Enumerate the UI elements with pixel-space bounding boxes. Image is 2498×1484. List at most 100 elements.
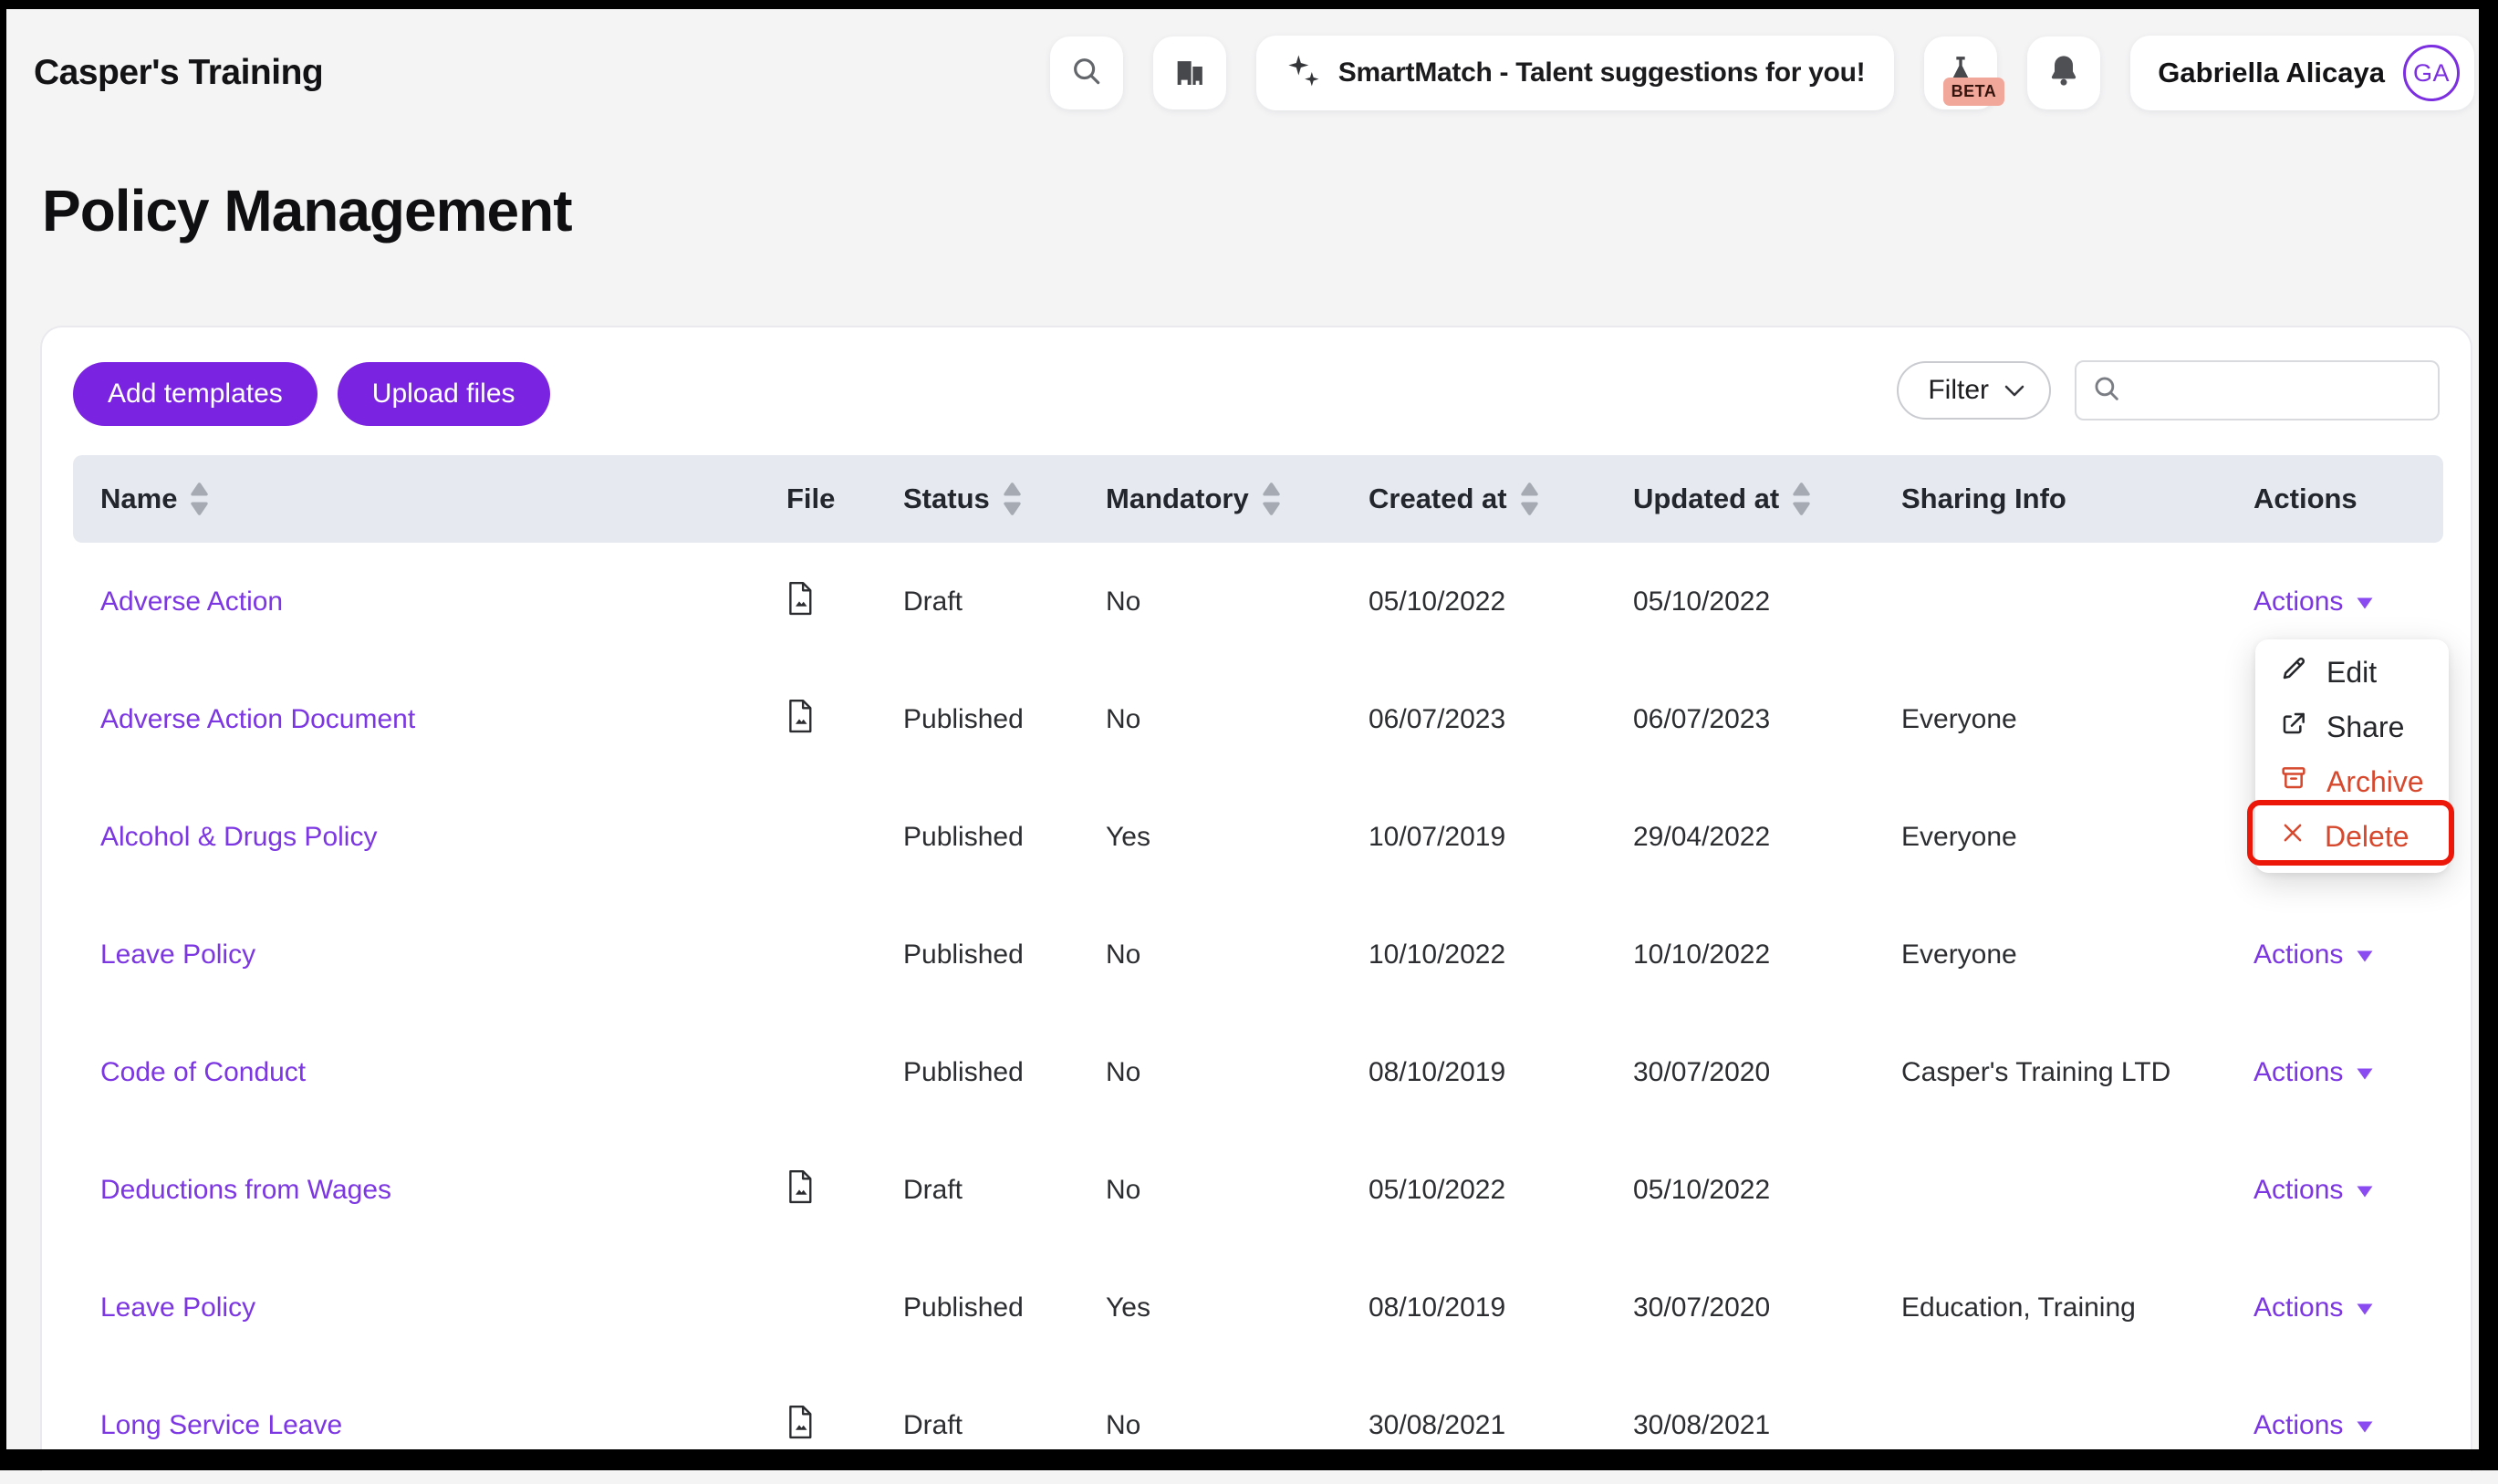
- search-icon: [2091, 373, 2122, 409]
- updated-at-value: 06/07/2023: [1633, 704, 1901, 735]
- updated-at-value: 10/10/2022: [1633, 939, 1901, 970]
- caret-down-icon: [2356, 939, 2374, 970]
- mandatory-value: No: [1106, 1410, 1369, 1441]
- sort-icon[interactable]: [1261, 481, 1282, 517]
- sort-icon[interactable]: [1791, 481, 1812, 517]
- status-value: Published: [903, 1057, 1106, 1088]
- pencil-icon: [2279, 654, 2308, 690]
- created-at-value: 08/10/2019: [1369, 1057, 1633, 1088]
- sharing-info-value: Everyone: [1901, 704, 2253, 735]
- table-header: Name File Status Mandatory Created at Up…: [73, 455, 2443, 543]
- column-header-status: Status: [903, 481, 1106, 517]
- filter-label: Filter: [1928, 375, 1989, 406]
- table-row: Adverse Action Draft No 05/10/2022 05/10…: [73, 543, 2443, 660]
- sort-icon[interactable]: [1002, 481, 1023, 517]
- created-at-value: 30/08/2021: [1369, 1410, 1633, 1441]
- file-image-icon: [786, 710, 814, 740]
- file-image-icon: [786, 1416, 814, 1446]
- add-templates-button[interactable]: Add templates: [73, 362, 317, 426]
- sharing-info-value: Everyone: [1901, 822, 2253, 853]
- policy-name-link[interactable]: Leave Policy: [100, 1292, 255, 1323]
- menu-item-delete[interactable]: Delete: [2255, 809, 2449, 864]
- organisation-button[interactable]: [1153, 36, 1226, 109]
- sharing-info-value: Everyone: [1901, 939, 2253, 970]
- top-bar-actions: SmartMatch - Talent suggestions for you!…: [1050, 36, 2474, 110]
- created-at-value: 06/07/2023: [1369, 704, 1633, 735]
- status-value: Draft: [903, 1410, 1106, 1441]
- share-icon: [2279, 709, 2308, 745]
- search-button[interactable]: [1050, 36, 1123, 109]
- actions-dropdown-menu: Edit Share Archive Delete: [2255, 639, 2449, 873]
- sharing-info-value: Education, Training: [1901, 1292, 2253, 1323]
- notifications-button[interactable]: [2027, 36, 2100, 109]
- top-bar: Casper's Training SmartMatch - Talent su…: [0, 0, 2498, 137]
- policy-name-link[interactable]: Deductions from Wages: [100, 1175, 391, 1205]
- smartmatch-button[interactable]: SmartMatch - Talent suggestions for you!: [1256, 36, 1895, 110]
- sharing-info-value: Casper's Training LTD: [1901, 1057, 2253, 1088]
- column-header-file: File: [786, 483, 903, 515]
- updated-at-value: 05/10/2022: [1633, 1175, 1901, 1206]
- status-value: Draft: [903, 1175, 1106, 1206]
- column-header-actions: Actions: [2253, 483, 2441, 515]
- chevron-down-icon: [2004, 375, 2025, 406]
- search-input[interactable]: [2131, 376, 2461, 405]
- x-icon: [2279, 819, 2306, 854]
- table-row: Code of Conduct Published No 08/10/2019 …: [73, 1013, 2443, 1131]
- mandatory-value: No: [1106, 1175, 1369, 1206]
- mandatory-value: No: [1106, 939, 1369, 970]
- row-actions-button[interactable]: Actions: [2253, 1057, 2374, 1088]
- policy-name-link[interactable]: Adverse Action: [100, 586, 283, 617]
- user-avatar: GA: [2403, 45, 2460, 101]
- mandatory-value: No: [1106, 704, 1369, 735]
- table-row: Adverse Action Document Published No 06/…: [73, 660, 2443, 778]
- row-actions-button[interactable]: Actions: [2253, 1292, 2374, 1323]
- column-header-mandatory: Mandatory: [1106, 481, 1369, 517]
- status-value: Published: [903, 939, 1106, 970]
- updated-at-value: 30/07/2020: [1633, 1057, 1901, 1088]
- policy-name-link[interactable]: Leave Policy: [100, 939, 255, 970]
- status-value: Draft: [903, 586, 1106, 617]
- search-icon: [1069, 54, 1104, 93]
- filter-button[interactable]: Filter: [1897, 361, 2051, 420]
- page-title: Policy Management: [42, 177, 2498, 244]
- menu-item-share[interactable]: Share: [2255, 700, 2449, 754]
- column-header-updated-at: Updated at: [1633, 481, 1901, 517]
- beta-features-button[interactable]: BETA: [1924, 36, 1997, 109]
- caret-down-icon: [2356, 586, 2374, 617]
- file-image-icon: [786, 592, 814, 622]
- upload-files-button[interactable]: Upload files: [338, 362, 550, 426]
- policy-name-link[interactable]: Long Service Leave: [100, 1410, 342, 1440]
- row-actions-button[interactable]: Actions: [2253, 1175, 2374, 1206]
- column-header-created-at: Created at: [1369, 481, 1633, 517]
- created-at-value: 05/10/2022: [1369, 1175, 1633, 1206]
- policy-name-link[interactable]: Code of Conduct: [100, 1057, 306, 1087]
- created-at-value: 08/10/2019: [1369, 1292, 1633, 1323]
- mandatory-value: No: [1106, 1057, 1369, 1088]
- caret-down-icon: [2356, 1175, 2374, 1206]
- row-actions-button[interactable]: Actions: [2253, 939, 2374, 970]
- mandatory-value: Yes: [1106, 822, 1369, 853]
- sort-icon[interactable]: [1519, 481, 1540, 517]
- status-value: Published: [903, 704, 1106, 735]
- created-at-value: 10/07/2019: [1369, 822, 1633, 853]
- row-actions-button[interactable]: Actions: [2253, 586, 2374, 617]
- table-body: Adverse Action Draft No 05/10/2022 05/10…: [73, 543, 2443, 1484]
- file-image-icon: [786, 1180, 814, 1210]
- sort-icon[interactable]: [189, 481, 210, 517]
- caret-down-icon: [2356, 1410, 2374, 1441]
- policy-name-link[interactable]: Alcohol & Drugs Policy: [100, 822, 377, 852]
- user-menu-button[interactable]: Gabriella Alicaya GA: [2130, 36, 2474, 110]
- mandatory-value: Yes: [1106, 1292, 1369, 1323]
- table-row: Deductions from Wages Draft No 05/10/202…: [73, 1131, 2443, 1249]
- menu-item-edit[interactable]: Edit: [2255, 645, 2449, 700]
- building-icon: [1171, 53, 1208, 94]
- company-name: Casper's Training: [34, 53, 323, 93]
- policy-name-link[interactable]: Adverse Action Document: [100, 704, 415, 734]
- archive-icon: [2279, 763, 2308, 800]
- column-header-sharing-info: Sharing Info: [1901, 483, 2253, 515]
- caret-down-icon: [2356, 1292, 2374, 1323]
- table-row: Alcohol & Drugs Policy Published Yes 10/…: [73, 778, 2443, 896]
- menu-item-archive[interactable]: Archive: [2255, 754, 2449, 809]
- row-actions-button[interactable]: Actions: [2253, 1410, 2374, 1441]
- status-value: Published: [903, 822, 1106, 853]
